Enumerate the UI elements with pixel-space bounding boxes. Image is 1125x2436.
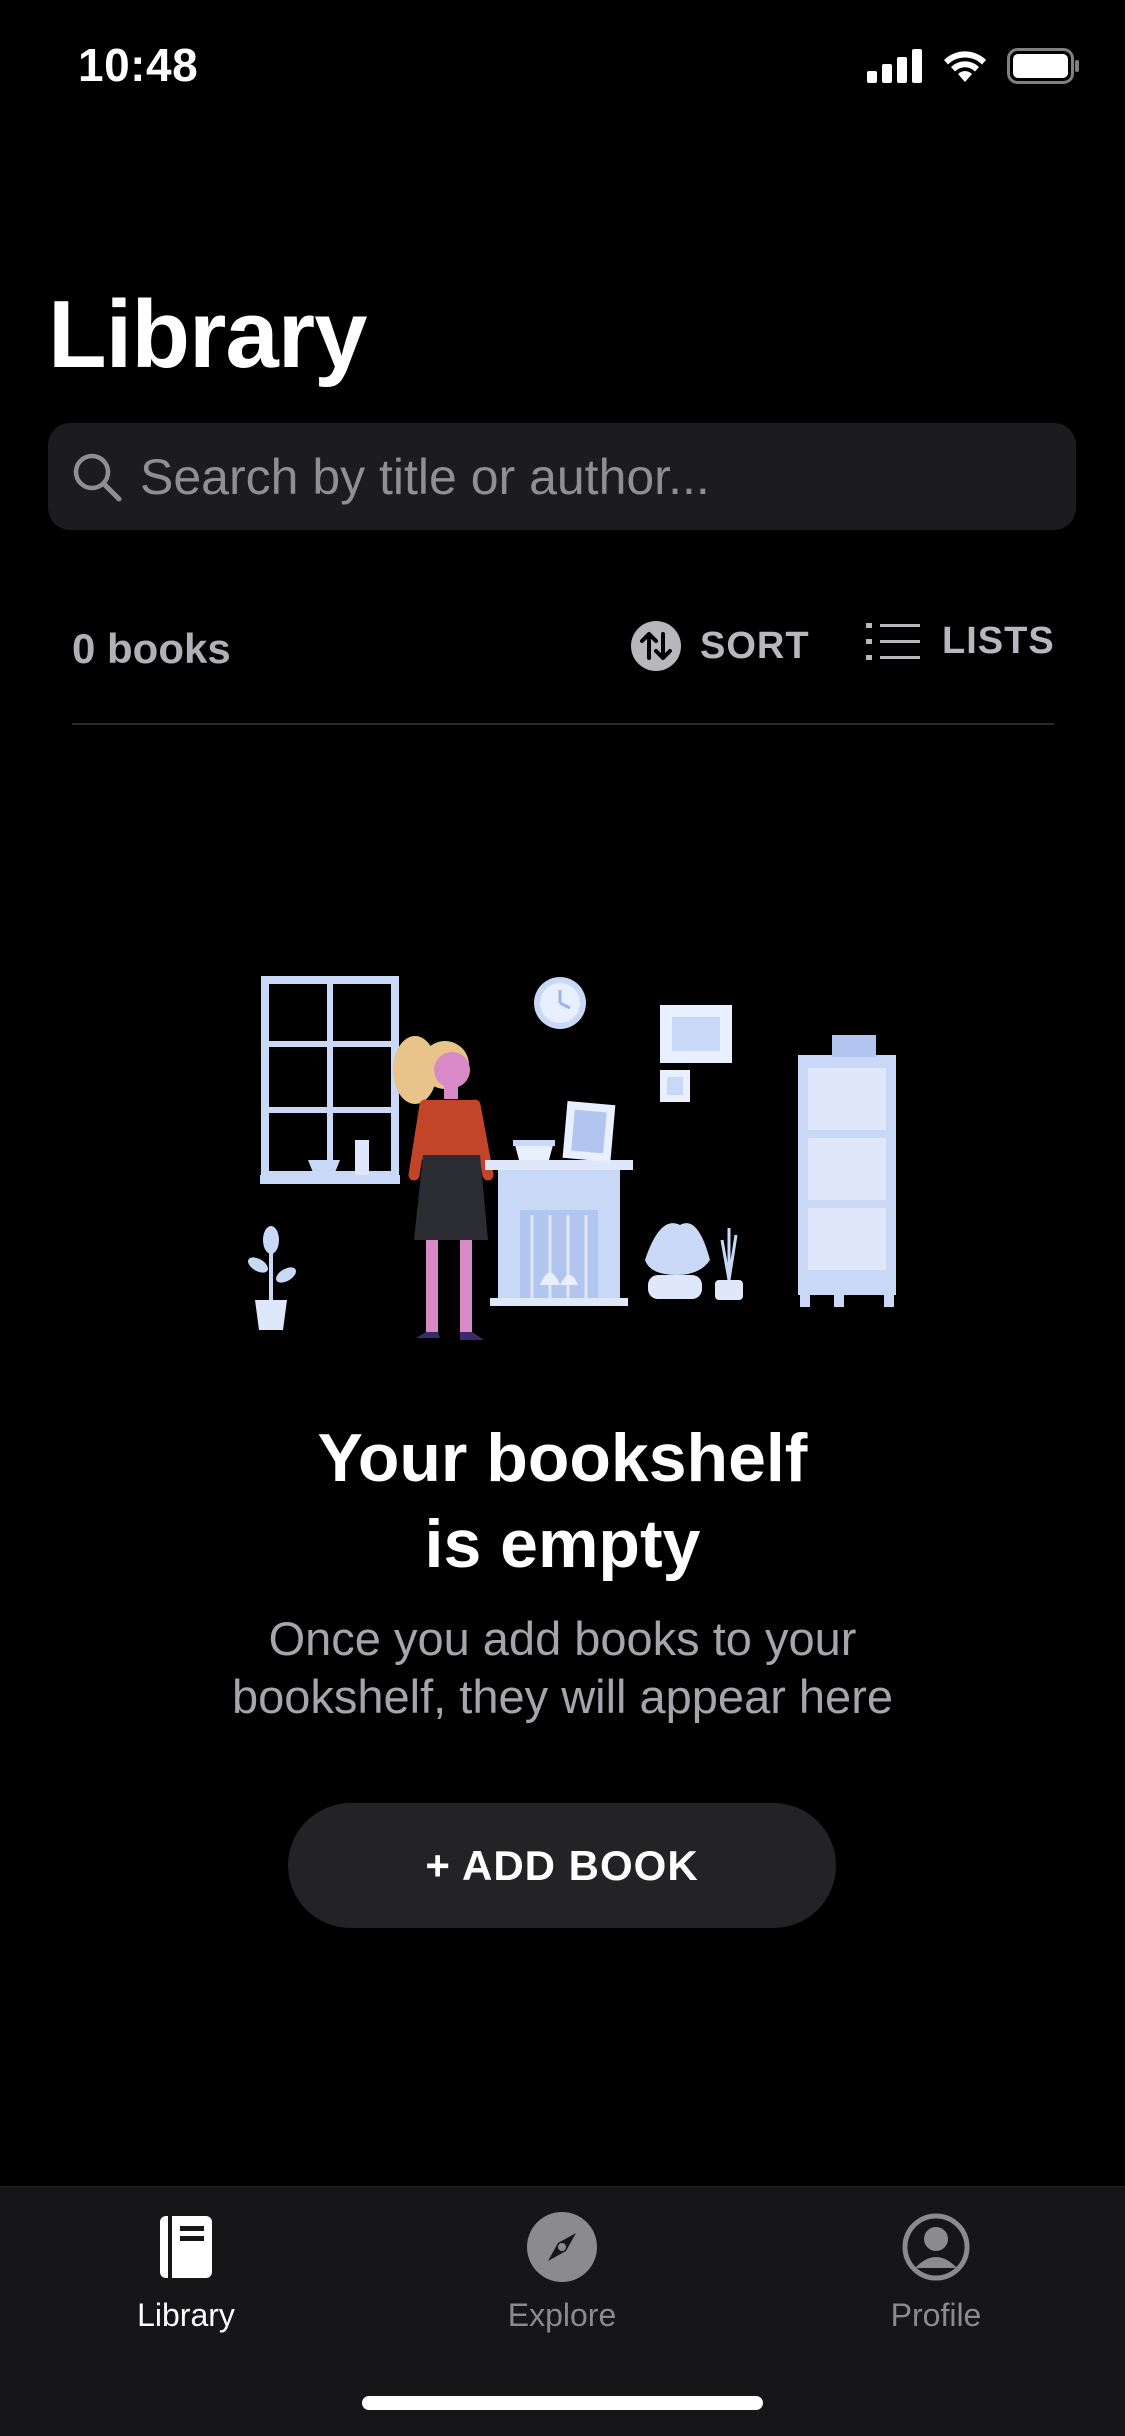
tab-profile[interactable]: Profile	[826, 2207, 1046, 2334]
status-bar: 10:48	[0, 0, 1125, 140]
tab-label-explore: Explore	[507, 2297, 617, 2333]
battery-icon	[1007, 48, 1079, 84]
toolbar-divider	[72, 723, 1054, 725]
book-count: 0 books	[72, 625, 231, 672]
search-bar[interactable]	[48, 422, 1076, 531]
tab-explore[interactable]: Explore	[452, 2207, 672, 2334]
book-icon	[146, 2207, 226, 2287]
sort-label: SORT	[700, 624, 810, 667]
lists-button[interactable]: LISTS	[866, 620, 1055, 663]
sort-button[interactable]: SORT	[630, 620, 810, 672]
empty-state-title-line1: Your bookshelf	[317, 1420, 808, 1496]
sort-icon	[631, 621, 681, 671]
lists-label: LISTS	[942, 620, 1055, 662]
tab-library[interactable]: Library	[76, 2207, 296, 2334]
empty-state-subtitle: Once you add books to your bookshelf, th…	[0, 1610, 1125, 1726]
home-indicator	[362, 2396, 763, 2410]
search-input[interactable]	[126, 422, 1076, 531]
compass-icon	[522, 2207, 602, 2287]
empty-state-subtitle-line2: bookshelf, they will appear here	[231, 1670, 893, 1723]
cellular-signal-icon	[867, 49, 922, 83]
empty-state-title-line2: is empty	[424, 1506, 701, 1582]
empty-bookshelf-illustration	[248, 976, 896, 1340]
tab-label-profile: Profile	[890, 2297, 982, 2333]
empty-state-subtitle-line1: Once you add books to your	[268, 1612, 857, 1665]
profile-icon	[896, 2207, 976, 2287]
search-icon	[68, 448, 126, 506]
page-title: Library	[48, 281, 367, 388]
add-book-button[interactable]: + ADD BOOK	[288, 1803, 836, 1928]
status-time: 10:48	[78, 39, 199, 91]
tab-label-library: Library	[137, 2297, 235, 2333]
status-icons	[867, 48, 1081, 84]
list-icon	[866, 622, 920, 660]
empty-state-title: Your bookshelf is empty	[0, 1415, 1125, 1587]
library-screen: 10:48 Library Search by title or author.…	[0, 0, 1125, 2436]
library-toolbar: 0 books SORT LISTS	[72, 600, 1055, 700]
wifi-icon	[944, 51, 986, 82]
